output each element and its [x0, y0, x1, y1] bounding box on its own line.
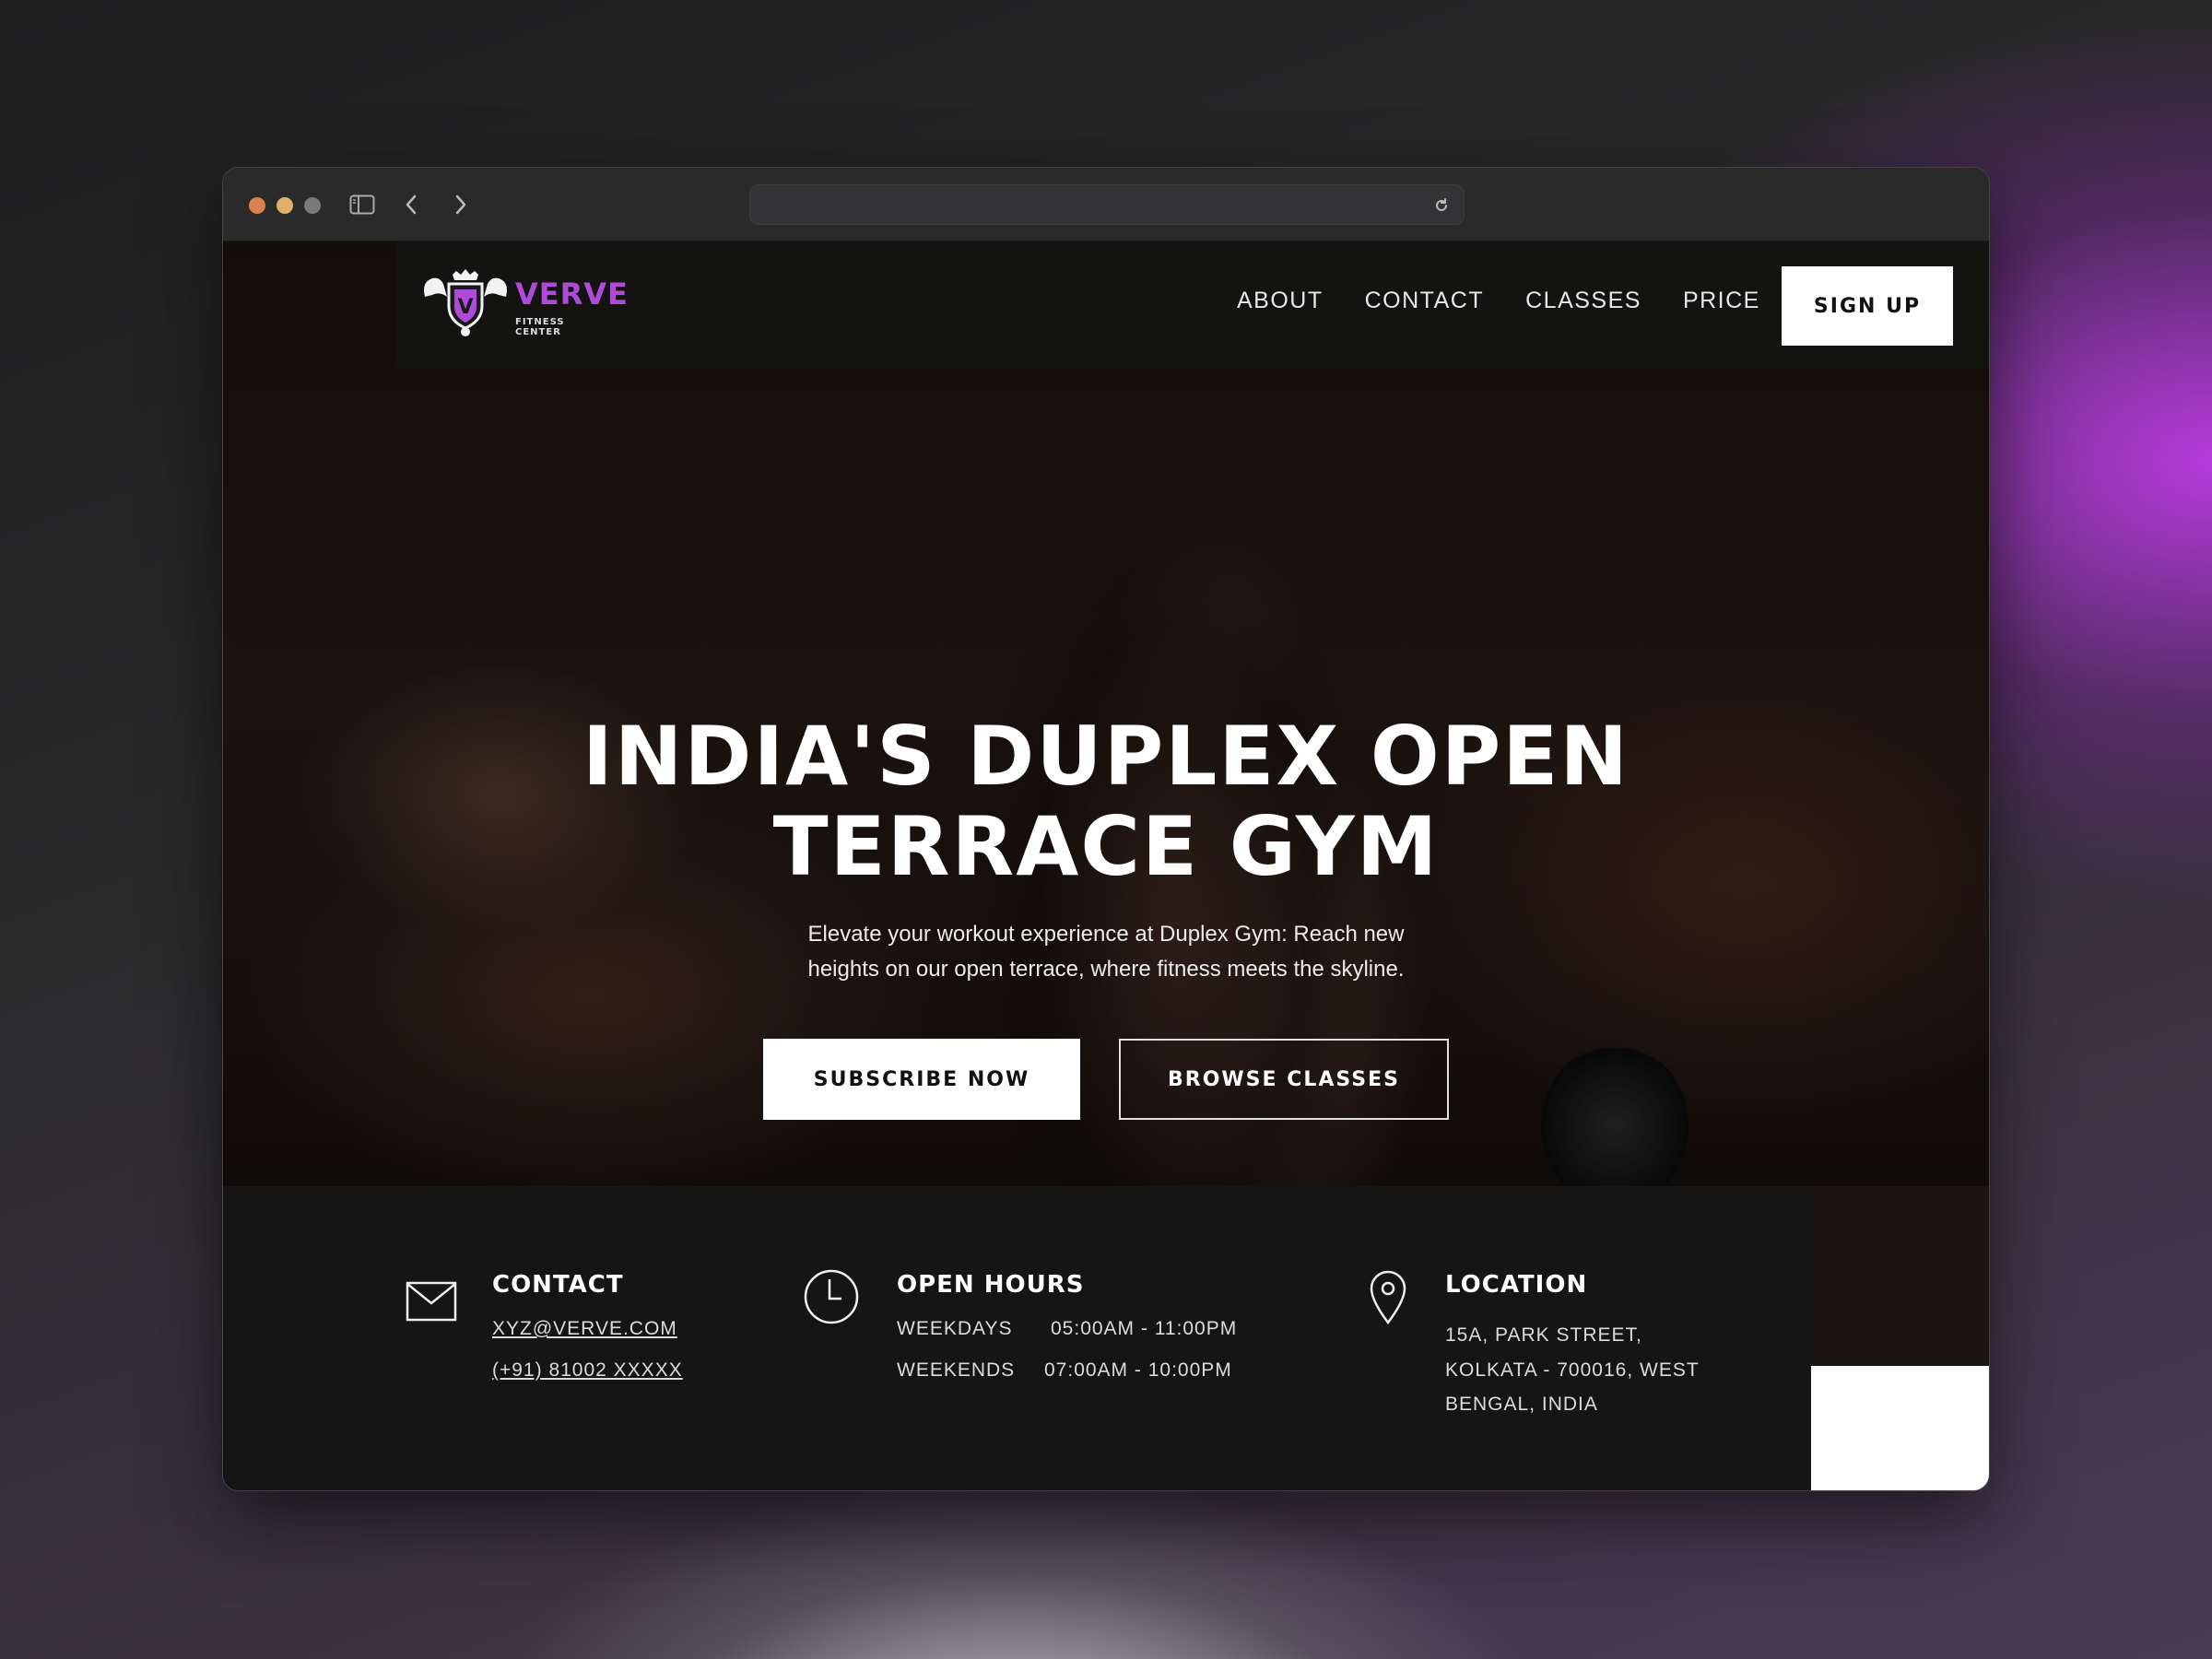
- open-hours-title: OPEN HOURS: [897, 1271, 1085, 1299]
- nav-contact-link[interactable]: CONTACT: [1365, 288, 1484, 314]
- contact-phone-link[interactable]: (+91) 81002 XXXXX: [492, 1359, 683, 1382]
- page-content: V VERVE FITNESS CENTER ABOUT CONTACT CLA…: [223, 241, 1989, 1490]
- weekdays-hours: 05:00AM - 11:00PM: [1051, 1318, 1238, 1339]
- nav-about-link[interactable]: ABOUT: [1237, 288, 1324, 314]
- address-line2: KOLKATA - 700016, WEST: [1445, 1359, 1700, 1381]
- brand-logo[interactable]: V VERVE FITNESS CENTER: [419, 269, 628, 343]
- location-title: LOCATION: [1445, 1271, 1588, 1299]
- hero-subtext: Elevate your workout experience at Duple…: [223, 917, 1989, 987]
- forward-icon[interactable]: [444, 188, 477, 221]
- hero-headline-line1: INDIA'S DUPLEX OPEN: [582, 709, 1630, 804]
- info-bar: CONTACT XYZ@VERVE.COM (+91) 81002 XXXXX …: [223, 1186, 1811, 1490]
- brand-name: VERVE: [515, 276, 629, 312]
- address-line3: BENGAL, INDIA: [1445, 1394, 1598, 1415]
- reload-icon[interactable]: [1429, 193, 1454, 218]
- hero-headline-line2: TERRACE GYM: [772, 799, 1440, 894]
- close-window-button[interactable]: [249, 197, 265, 214]
- weekdays-label: WEEKDAYS: [897, 1318, 1013, 1339]
- hero-subtext-line2: heights on our open terrace, where fitne…: [807, 957, 1405, 982]
- brand-tagline: FITNESS CENTER: [515, 317, 565, 337]
- browse-classes-button[interactable]: BROWSE CLASSES: [1119, 1039, 1449, 1120]
- location-pin-icon: [1366, 1267, 1410, 1326]
- svg-text:V: V: [457, 296, 473, 319]
- weekends-hours: 07:00AM - 10:00PM: [1044, 1359, 1232, 1381]
- contact-title: CONTACT: [492, 1271, 624, 1299]
- main-nav: ABOUT CONTACT CLASSES PRICE: [1237, 288, 1760, 314]
- nav-price-link[interactable]: PRICE: [1683, 288, 1760, 314]
- hero-headline: INDIA'S DUPLEX OPEN TERRACE GYM: [223, 712, 1989, 892]
- logo-emblem-icon: V: [424, 269, 507, 336]
- weekends-label: WEEKENDS: [897, 1359, 1016, 1381]
- sidebar-icon[interactable]: [346, 188, 379, 221]
- back-icon[interactable]: [394, 188, 428, 221]
- address-bar[interactable]: [749, 184, 1465, 225]
- zoom-window-button[interactable]: [304, 197, 321, 214]
- mail-icon: [404, 1278, 459, 1324]
- minimize-window-button[interactable]: [276, 197, 293, 214]
- contact-email-link[interactable]: XYZ@VERVE.COM: [492, 1318, 677, 1340]
- subscribe-now-button[interactable]: SUBSCRIBE NOW: [763, 1039, 1080, 1120]
- sign-up-button[interactable]: SIGN UP: [1782, 266, 1953, 346]
- browser-titlebar: [223, 168, 1989, 241]
- info-side-image: [1811, 1186, 1989, 1366]
- hero-subtext-line1: Elevate your workout experience at Duple…: [807, 922, 1405, 947]
- site-header: V VERVE FITNESS CENTER ABOUT CONTACT CLA…: [395, 241, 1989, 368]
- hero-section: V VERVE FITNESS CENTER ABOUT CONTACT CLA…: [223, 241, 1989, 1347]
- info-side-blank: [1811, 1366, 1989, 1490]
- nav-classes-link[interactable]: CLASSES: [1525, 288, 1641, 314]
- browser-window: V VERVE FITNESS CENTER ABOUT CONTACT CLA…: [222, 167, 1990, 1491]
- clock-icon: [802, 1267, 861, 1326]
- address-line1: 15A, PARK STREET,: [1445, 1324, 1642, 1346]
